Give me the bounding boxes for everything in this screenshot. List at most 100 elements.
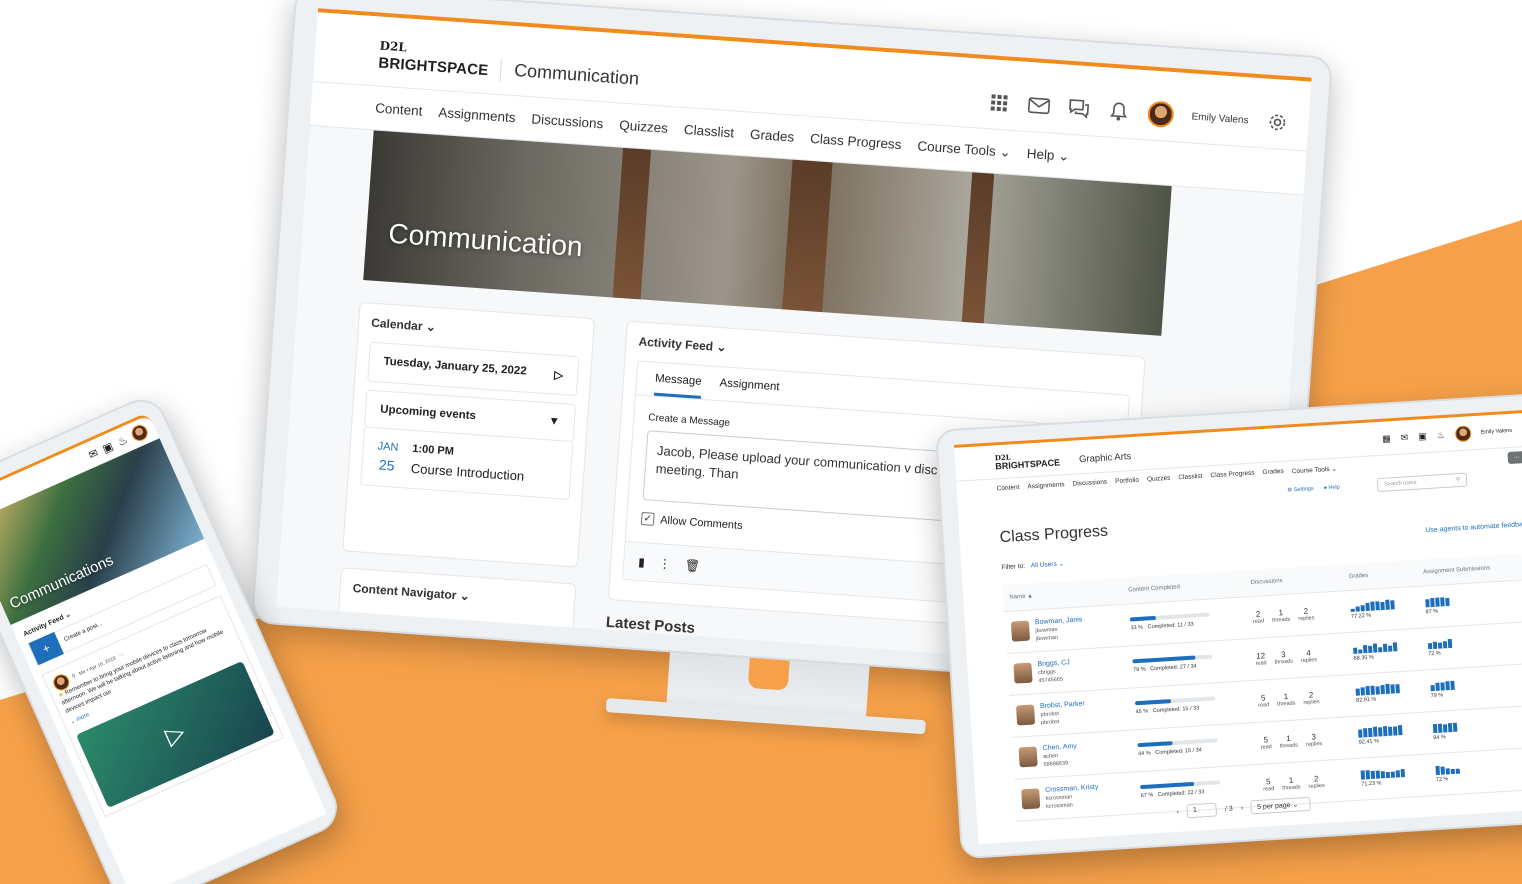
- event-time: 1:00 PM: [411, 442, 455, 458]
- search-icon[interactable]: ⚲: [1456, 477, 1460, 483]
- course-title[interactable]: Communication: [513, 60, 640, 90]
- submission-bar: [1447, 638, 1452, 649]
- nav-class-progress[interactable]: Class Progress: [810, 131, 902, 152]
- nav-quizzes[interactable]: Quizzes: [619, 118, 669, 136]
- nav-classlist[interactable]: Classlist: [1178, 473, 1203, 482]
- calendar-header[interactable]: Calendar ⌄: [371, 316, 581, 345]
- cell-assignments: 87 %: [1417, 579, 1522, 628]
- user-avatar[interactable]: [129, 422, 151, 444]
- grade-bar: [1377, 727, 1383, 737]
- chevron-down-icon: ⌄: [1057, 147, 1071, 164]
- user-avatar[interactable]: [1454, 425, 1472, 443]
- allow-comments-checkbox[interactable]: ✓ Allow Comments: [640, 512, 743, 532]
- user-name[interactable]: Emily Valens: [1481, 428, 1513, 436]
- add-post-icon[interactable]: +: [28, 631, 64, 666]
- calendar-widget: Calendar ⌄ Tuesday, January 25, 2022 ▷ Up…: [342, 301, 596, 568]
- event-name: Course Introduction: [410, 460, 525, 484]
- play-icon[interactable]: ▷: [160, 715, 191, 753]
- user-name[interactable]: Emily Valens: [1191, 111, 1249, 126]
- cell-assignments: 94 %: [1425, 705, 1522, 754]
- nav-content[interactable]: Content: [375, 100, 423, 118]
- grade-bar: [1367, 727, 1373, 738]
- nav-course-tools[interactable]: Course Tools ⌄: [916, 137, 1011, 160]
- attach-icon[interactable]: ▮: [638, 554, 646, 568]
- nav-discussions[interactable]: Discussions: [531, 111, 604, 131]
- caret-down-icon: ▼: [548, 415, 561, 429]
- page-input[interactable]: 1: [1186, 802, 1218, 819]
- nav-assignments[interactable]: Assignments: [1027, 481, 1065, 491]
- nav-content[interactable]: Content: [996, 484, 1019, 493]
- search-users-input[interactable]: Search users ⚲: [1376, 472, 1468, 493]
- nav-quizzes[interactable]: Quizzes: [1147, 475, 1171, 484]
- submission-bar: [1450, 768, 1455, 775]
- more-options-icon[interactable]: ⋮: [658, 556, 671, 571]
- prev-page-icon[interactable]: ‹: [1177, 808, 1180, 815]
- nav-course-tools[interactable]: Course Tools ⌄: [1292, 465, 1337, 476]
- discussion-stats: 5 read 1 threads 3 replies: [1260, 730, 1347, 750]
- tab-assignment[interactable]: Assignment: [718, 377, 780, 404]
- grade-percent: 68.35 %: [1353, 654, 1374, 662]
- disc-threads-label: threads: [1274, 658, 1294, 666]
- gear-icon[interactable]: [1266, 111, 1289, 134]
- help-link[interactable]: ● Help: [1323, 484, 1340, 491]
- student-name-link[interactable]: Chen, Amy: [1042, 742, 1077, 751]
- submission-bar: [1440, 766, 1445, 775]
- agents-link[interactable]: Use agents to automate feedback: [1425, 521, 1522, 534]
- nav-discussions[interactable]: Discussions: [1072, 479, 1107, 489]
- disc-read-label: read: [1263, 785, 1275, 793]
- nav-grades[interactable]: Grades: [1262, 468, 1284, 477]
- tablet-screen: D2L BRIGHTSPACE Graphic Arts ▦ ✉ ▣ ♨ Emi…: [953, 408, 1522, 845]
- nav-help-label: Help: [1026, 145, 1056, 163]
- submission-bar: [1452, 722, 1457, 732]
- trash-icon[interactable]: 🗑: [684, 558, 700, 573]
- apps-grid-icon[interactable]: ▦: [1382, 433, 1391, 444]
- per-page-select[interactable]: 5 per page ⌄: [1250, 796, 1312, 815]
- grade-bar: [1392, 726, 1398, 736]
- student-name-link[interactable]: Briggs, CJ: [1037, 659, 1070, 668]
- chat-icon[interactable]: ▣: [1418, 431, 1427, 442]
- disc-read-label: read: [1257, 701, 1270, 709]
- cell-name: Briggs, CJ cbriggs 45745665: [1006, 645, 1129, 695]
- bell-icon[interactable]: ♨: [1436, 429, 1445, 440]
- bell-icon[interactable]: [1107, 100, 1130, 123]
- course-title[interactable]: Graphic Arts: [1079, 451, 1132, 465]
- grade-bar: [1380, 771, 1385, 779]
- calendar-date-row[interactable]: Tuesday, January 25, 2022 ▷: [367, 341, 580, 397]
- tree-trunk: [782, 159, 833, 313]
- settings-link[interactable]: ⚙ Settings: [1287, 486, 1314, 494]
- play-arrow-icon[interactable]: ▷: [554, 368, 564, 383]
- content-progress-bar: [1135, 696, 1216, 706]
- nav-portfolio[interactable]: Portfolio: [1115, 477, 1139, 486]
- disc-read: 2 read: [1252, 609, 1264, 624]
- student-name-link[interactable]: Brobst, Parker: [1040, 700, 1085, 710]
- user-avatar[interactable]: [1146, 100, 1175, 129]
- grade-bar: [1350, 608, 1355, 612]
- disc-replies-label: replies: [1298, 614, 1315, 622]
- apps-grid-icon[interactable]: [987, 91, 1010, 114]
- mail-icon[interactable]: ✉: [1400, 432, 1408, 443]
- nav-class-progress[interactable]: Class Progress: [1210, 470, 1254, 481]
- more-menu-button[interactable]: ...: [1507, 450, 1522, 465]
- nav-course-tools-label: Course Tools: [916, 137, 997, 159]
- chat-icon[interactable]: ▣: [100, 439, 115, 455]
- pin-icon: ⚲: [70, 672, 77, 680]
- post-options-icon[interactable]: ⋯: [118, 651, 125, 659]
- content-navigator-header[interactable]: Content Navigator ⌄: [352, 581, 562, 610]
- mail-icon[interactable]: ✉: [86, 446, 100, 462]
- grade-bar: [1390, 684, 1395, 694]
- nav-classlist[interactable]: Classlist: [683, 122, 734, 140]
- nav-grades[interactable]: Grades: [750, 127, 795, 145]
- brand-logo[interactable]: BRIGHTSPACE: [378, 55, 489, 80]
- filter-dropdown[interactable]: All Users ⌄: [1031, 560, 1065, 569]
- nav-assignments[interactable]: Assignments: [438, 105, 516, 125]
- discussion-stats: 2 read 1 threads 2 replies: [1252, 604, 1339, 624]
- calendar-title: Calendar: [370, 315, 424, 334]
- tab-message[interactable]: Message: [653, 372, 703, 399]
- nav-help[interactable]: Help ⌄: [1026, 146, 1070, 165]
- mail-icon[interactable]: [1027, 94, 1051, 117]
- cell-name: Brobst, Parker pbrobst pbrobst: [1009, 687, 1131, 737]
- chat-icon[interactable]: [1067, 97, 1090, 120]
- grade-bar: [1375, 770, 1380, 779]
- next-page-icon[interactable]: ›: [1241, 804, 1244, 811]
- bell-icon[interactable]: ♨: [115, 433, 130, 449]
